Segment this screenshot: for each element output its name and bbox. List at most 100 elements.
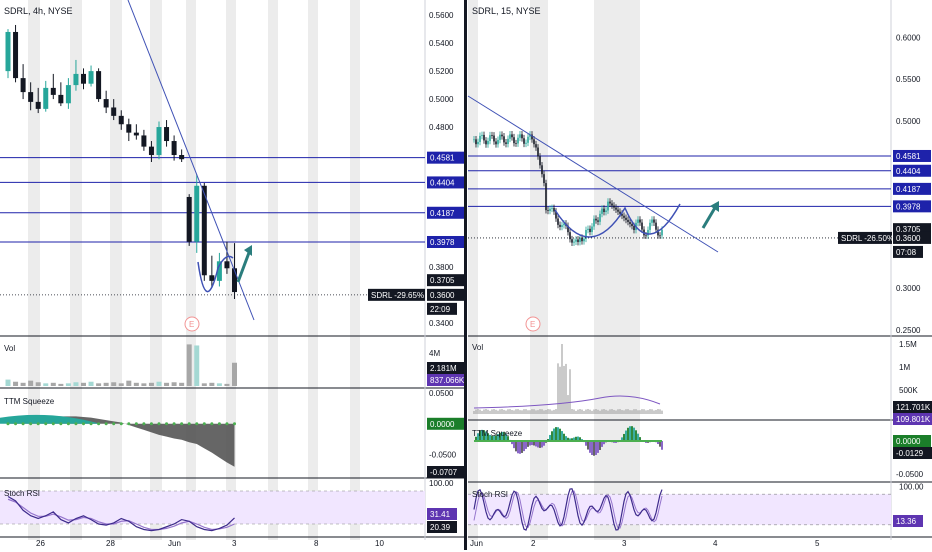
vol-ma-tag: 109.801K — [893, 413, 932, 425]
stoch-tick-label: 100.00 — [429, 479, 454, 488]
volume-bar — [601, 409, 602, 414]
candle-body — [491, 135, 493, 136]
volume-bar — [157, 382, 162, 386]
x-tick-label: 3 — [232, 539, 237, 548]
right-squeeze-label: TTM Squeeze — [472, 429, 523, 438]
candle-body — [639, 220, 641, 223]
level-tag-text: 0.4404 — [430, 178, 455, 187]
volume-bar — [605, 410, 606, 414]
candle-body — [164, 127, 169, 141]
candle-body — [573, 242, 575, 243]
volume-bar — [487, 410, 488, 414]
level-tag-text: 0.4581 — [430, 154, 455, 163]
volume-bar — [13, 382, 18, 386]
squeeze-dot — [218, 422, 221, 425]
squeeze-bar — [559, 429, 561, 441]
session-band — [110, 0, 122, 540]
candle-body — [507, 139, 509, 144]
candle-body — [623, 216, 625, 218]
candle-body — [607, 202, 609, 211]
right-vol-label: Vol — [472, 343, 483, 352]
volume-bar — [505, 411, 506, 414]
level-tag-text: 0.4404 — [896, 167, 921, 176]
candle-body — [509, 134, 511, 138]
x-tick-label: 10 — [375, 539, 384, 548]
volume-bar — [111, 382, 116, 386]
volume-bar — [81, 383, 86, 386]
volume-bar — [543, 410, 544, 414]
left-squeeze-label: TTM Squeeze — [4, 397, 55, 406]
y-tick-label: 0.2500 — [896, 326, 921, 335]
squeeze-dot — [180, 422, 183, 425]
symbol-change-tag: SDRL -26.50% — [838, 232, 894, 244]
y-tick-label: 0.6000 — [896, 33, 921, 42]
squeeze-tick-label: -0.0500 — [896, 470, 924, 479]
volume-bar — [485, 409, 486, 414]
y-tick-label: 0.5400 — [429, 39, 454, 48]
squeeze-bar — [629, 426, 631, 441]
candle-body — [89, 71, 94, 84]
stoch-k-tag: 13.36 — [893, 515, 923, 527]
candle-body — [473, 139, 475, 140]
volume-bar — [557, 363, 558, 414]
session-band — [308, 0, 318, 540]
candle-body — [111, 107, 116, 115]
volume-bar — [493, 409, 494, 414]
vol-value-tag-text: 121.701K — [896, 403, 931, 412]
squeeze-bar — [661, 441, 663, 450]
volume-bar — [533, 409, 534, 414]
symbol-change-tag-text: SDRL -29.65% — [371, 291, 424, 300]
volume-bar — [635, 409, 636, 414]
volume-bar — [617, 409, 618, 414]
volume-bar — [625, 409, 626, 414]
candle-body — [541, 165, 543, 174]
candle-body — [535, 144, 537, 147]
countdown-tag-text: 22:09 — [430, 305, 451, 314]
candle-body — [587, 229, 589, 230]
y-tick-label: 0.3800 — [429, 263, 454, 272]
squeeze-dot — [67, 422, 70, 425]
last-price-tag: 0.3600 — [893, 232, 931, 244]
level-tag: 0.4187 — [427, 207, 465, 219]
candle-body — [561, 225, 563, 227]
volume-bar — [595, 409, 596, 414]
volume-bar — [491, 409, 492, 414]
squeeze-bar — [555, 427, 557, 441]
session-band — [530, 0, 548, 540]
candle-body — [501, 135, 503, 137]
volume-bar — [643, 409, 644, 414]
volume-bar — [475, 410, 476, 414]
squeeze-dot — [7, 422, 10, 425]
candle-body — [81, 74, 86, 84]
squeeze-bar — [595, 441, 597, 455]
squeeze-dot — [29, 422, 32, 425]
volume-bar — [545, 410, 546, 414]
countdown-tag-text: 07:08 — [896, 248, 917, 257]
volume-bar — [569, 369, 570, 414]
candle-body — [553, 208, 555, 212]
volume-bar — [645, 410, 646, 414]
level-tag: 0.3978 — [427, 236, 465, 248]
candle-body — [523, 138, 525, 144]
volume-bar — [126, 381, 131, 386]
candle-body — [134, 133, 139, 136]
candle-body — [599, 214, 601, 222]
squeeze-bar — [597, 441, 599, 453]
candle-body — [483, 135, 485, 141]
volume-bar — [89, 382, 94, 386]
candle-body — [481, 135, 483, 136]
volume-bar — [202, 383, 207, 386]
squeeze-dot — [188, 422, 191, 425]
squeeze-dot — [150, 422, 153, 425]
right-stoch-label: Stoch RSI — [472, 490, 508, 499]
candle-body — [575, 239, 577, 241]
candle-body — [603, 209, 605, 212]
volume-bar — [585, 410, 586, 414]
chart-canvas[interactable]: 0.56000.54000.52000.50000.48000.38000.34… — [0, 0, 932, 550]
volume-bar — [28, 381, 33, 386]
volume-bar — [591, 411, 592, 414]
symbol-change-tag: SDRL -29.65% — [368, 289, 425, 301]
level-tag-text: 0.3978 — [896, 202, 921, 211]
candle-body — [537, 148, 539, 157]
x-tick-label: 3 — [622, 539, 627, 548]
